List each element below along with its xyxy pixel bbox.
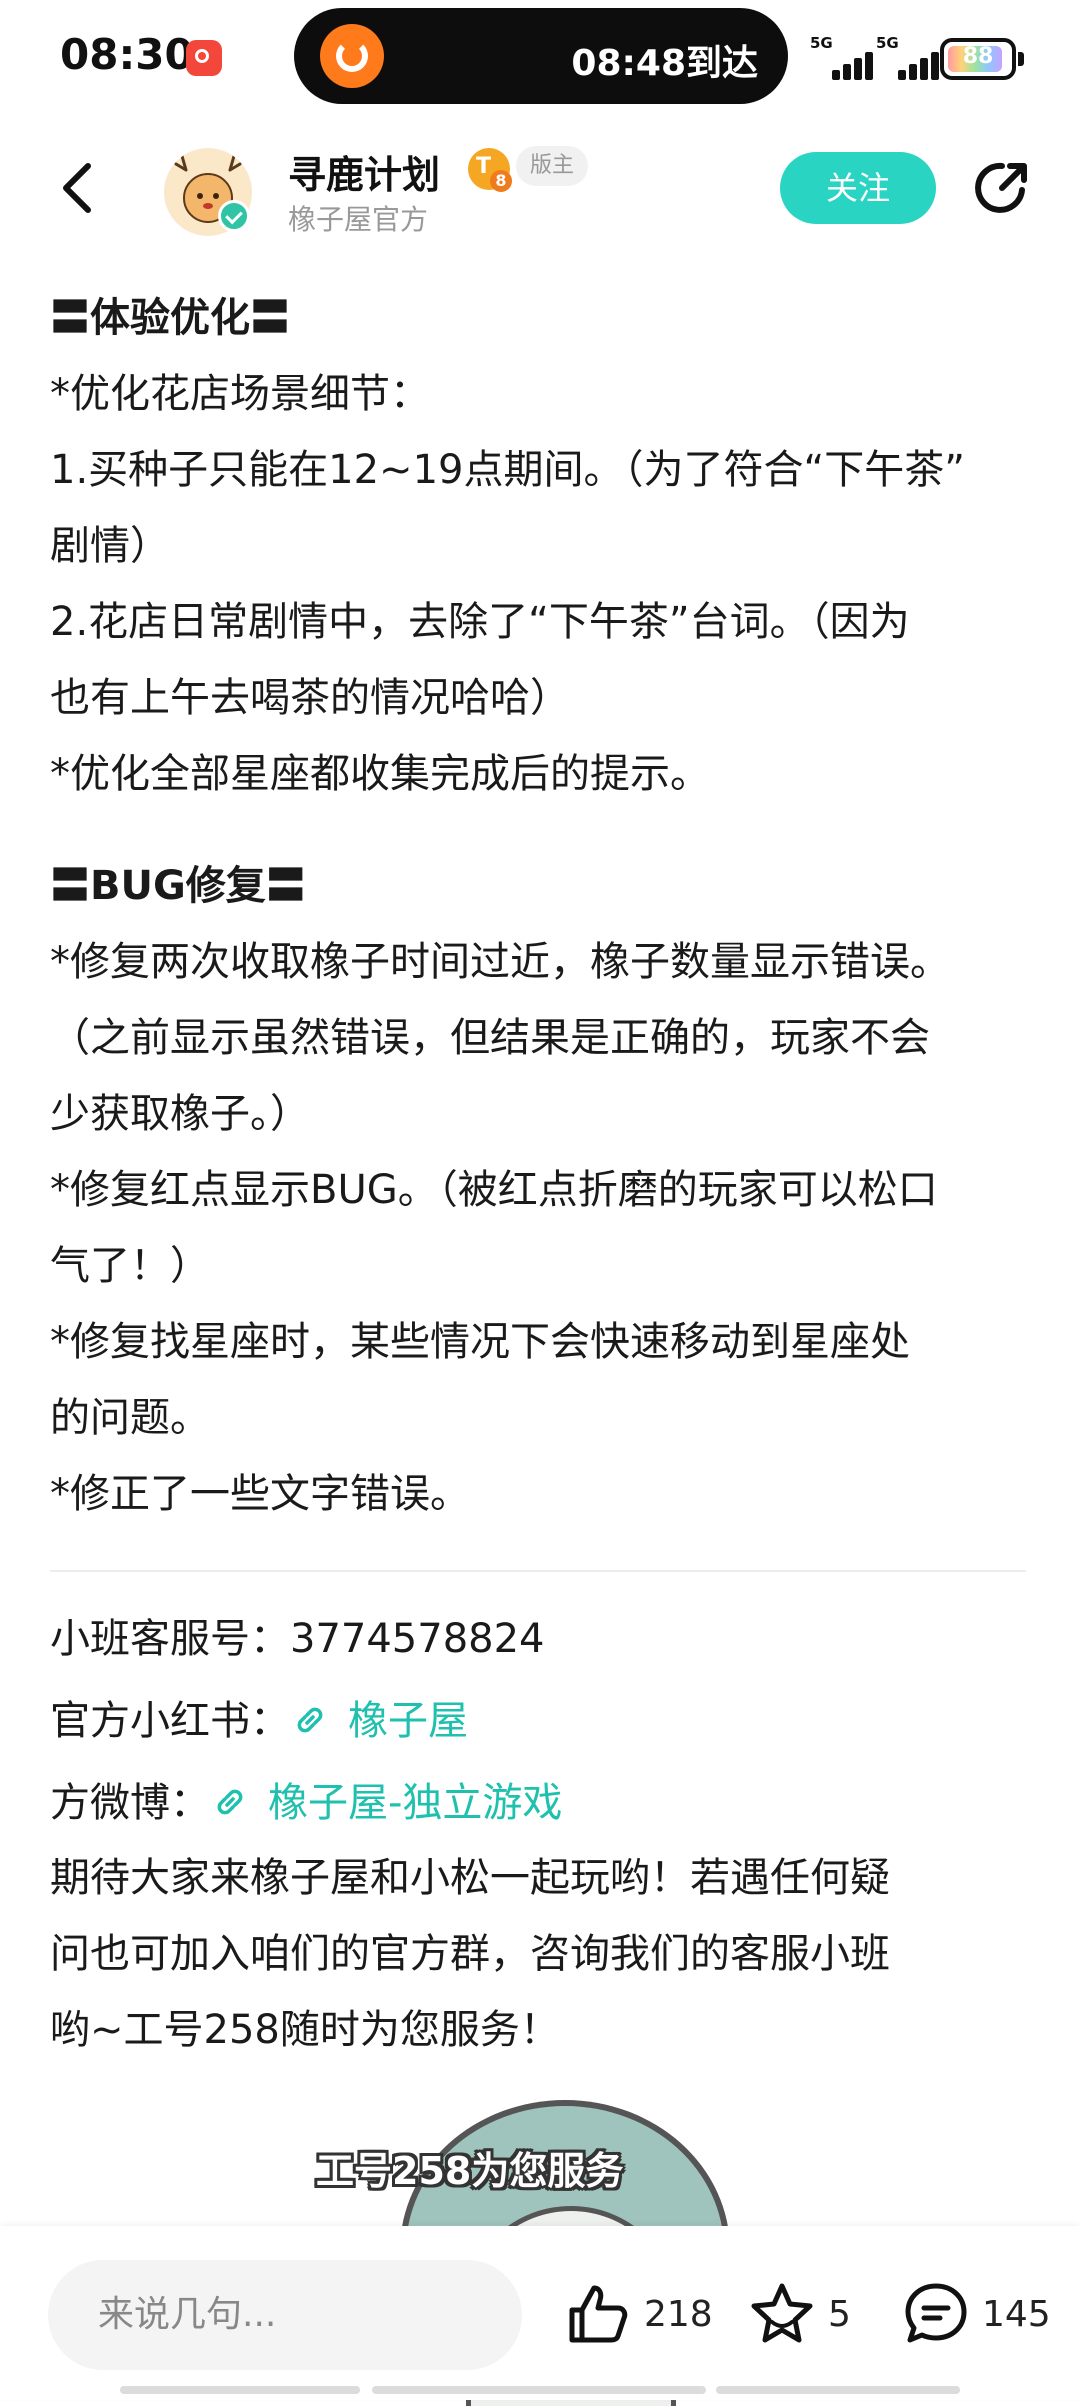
closing-text: 期待大家来橡子屋和小松一起玩哟！若遇任何疑 问也可加入咱们的官方群，咨询我们的客… — [50, 1840, 1040, 2068]
closing-line: 期待大家来橡子屋和小松一起玩哟！若遇任何疑 — [50, 1855, 890, 1901]
body-line: 1.买种子只能在12~19点期间。（为了符合“下午茶” — [50, 447, 965, 493]
comment-button[interactable]: 145 — [902, 2278, 1051, 2350]
section-heading: 〓体验优化〓 — [50, 295, 290, 341]
body-line: *优化花店场景细节： — [50, 371, 430, 417]
body-line: （之前显示虽然错误，但结果是正确的，玩家不会 — [50, 1015, 930, 1061]
battery-icon: 88 — [940, 38, 1024, 80]
favorite-button[interactable]: 5 — [748, 2278, 851, 2350]
divider — [50, 1570, 1026, 1572]
body-line: 剧情） — [50, 523, 170, 569]
nav-indicator — [372, 2386, 706, 2394]
body-line: *修复两次收取橡子时间过近，橡子数量显示错误。 — [50, 939, 950, 985]
body-line: 气了！） — [50, 1243, 210, 1289]
body-line: *优化全部星座都收集完成后的提示。 — [50, 751, 710, 797]
xhs-link[interactable]: 橡子屋 — [290, 1698, 468, 1744]
screen-record-icon — [186, 40, 222, 76]
author-name[interactable]: 寻鹿计划 — [288, 144, 440, 199]
weibo-line: 方微博： 橡子屋-独立游戏 — [50, 1770, 1040, 1828]
closing-line: 问也可加入咱们的官方群，咨询我们的客服小班 — [50, 1931, 890, 1977]
like-count: 218 — [644, 2293, 713, 2335]
author-subtitle: 橡子屋官方 — [288, 203, 429, 236]
closing-line: 哟~工号258随时为您服务！ — [50, 2007, 560, 2053]
back-arrow-icon[interactable] — [52, 158, 112, 218]
service-number: 3774578824 — [290, 1616, 545, 1662]
body-line: 2.花店日常剧情中，去除了“下午茶”台词。（因为 — [50, 599, 910, 645]
didi-icon — [320, 24, 384, 88]
battery-level: 88 — [962, 44, 994, 69]
body-line: *修复红点显示BUG。（被红点折磨的玩家可以松口 — [50, 1167, 938, 1213]
comment-count: 145 — [982, 2293, 1051, 2335]
body-line: *修复找星座时，某些情况下会快速移动到星座处 — [50, 1319, 910, 1365]
nav-indicator — [716, 2386, 960, 2394]
eta-text: 08:48到达 — [571, 43, 758, 84]
comment-input[interactable]: 来说几句... — [48, 2260, 522, 2370]
follow-button[interactable]: 关注 — [780, 152, 936, 224]
moderator-badge: 版主 — [516, 146, 589, 186]
link-icon — [297, 1707, 323, 1733]
weibo-link[interactable]: 橡子屋-独立游戏 — [210, 1780, 562, 1826]
post-header: 寻鹿计划 T8 版主 橡子屋官方 关注 — [0, 130, 1080, 250]
thumbs-up-icon — [569, 2285, 628, 2343]
service-line: 小班客服号：3774578824 — [50, 1606, 1040, 1664]
section-heading: 〓BUG修复〓 — [50, 863, 306, 909]
signal-icon: 5G — [810, 34, 876, 80]
service-label: 小班客服号： — [50, 1616, 290, 1662]
body-line: 少获取橡子。） — [50, 1091, 310, 1137]
body-line: 的问题。 — [50, 1395, 210, 1441]
xhs-line: 官方小红书： 橡子屋 — [50, 1688, 1040, 1746]
signal-icon: 5G — [876, 34, 942, 80]
bottom-action-bar: 来说几句... 218 5 145 — [0, 2226, 1080, 2400]
star-icon — [751, 2283, 813, 2343]
status-bar: 08:30 08:48到达 5G 5G 88 — [0, 0, 1080, 118]
favorite-count: 5 — [828, 2293, 851, 2335]
share-icon[interactable] — [972, 158, 1032, 218]
post-body: 〓体验优化〓 *优化花店场景细节： 1.买种子只能在12~19点期间。（为了符合“下… — [50, 280, 1040, 1532]
verified-icon — [218, 200, 250, 232]
link-icon — [217, 1789, 243, 1815]
weibo-label: 方微博： — [50, 1780, 210, 1826]
body-line: *修正了一些文字错误。 — [50, 1471, 470, 1517]
body-line: 也有上午去喝茶的情况哈哈） — [50, 675, 570, 721]
level-badge-icon: T8 — [468, 148, 512, 192]
like-button[interactable]: 218 — [564, 2278, 713, 2350]
xhs-label: 官方小红书： — [50, 1698, 290, 1744]
clock: 08:30 — [60, 30, 194, 79]
dynamic-island[interactable]: 08:48到达 — [294, 8, 788, 104]
comment-icon — [905, 2283, 967, 2343]
image-caption: 工号258为您服务 — [316, 2149, 624, 2193]
nav-indicator — [120, 2386, 360, 2394]
